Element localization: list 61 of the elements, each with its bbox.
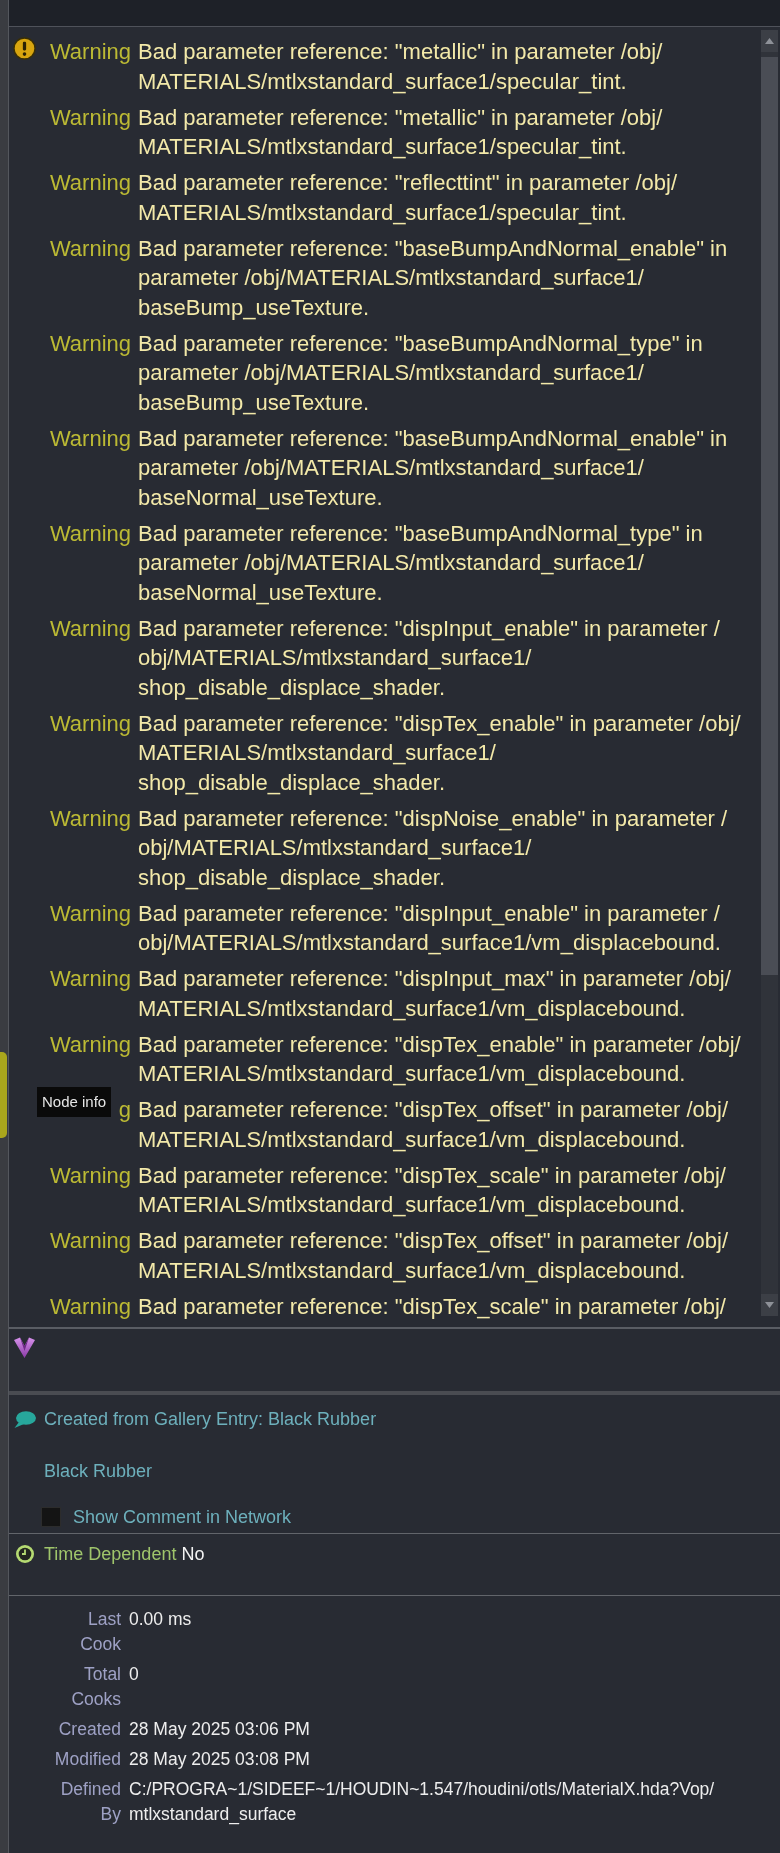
severity-label: Warning [49,804,131,833]
severity-label: Warning [49,1030,131,1059]
severity-label: Warning [49,1292,131,1319]
message-text: Bad parameter reference: "reflecttint" in parameter /obj/MATERIALS/mtlxstandard_surface1/specular_tint. [138,169,678,227]
info-label: Defined By [59,1777,121,1826]
message-text: Bad parameter reference: "dispTex_enable" in parameter /obj/MATERIALS/mtlxstandard_surface1/shop_disable_displace_shader. [138,709,742,797]
severity-label: Warning [49,965,131,993]
message-text: Bad parameter reference: "metallic" in parameter /obj/MATERIALS/mtlxstandard_surface1/specular_tint. [138,38,664,96]
severity-label: Warning [49,709,131,738]
message-text: Bad parameter reference: "dispInput_enable" in parameter /obj/MATERIALS/mtlxstandard_surface1/shop_disable_displace_shader. [138,614,721,702]
severity-label: Warning [49,103,131,132]
message-text: Bad parameter reference: "metallic" in parameter /obj/MATERIALS/mtlxstandard_surface1/specular_tint. [138,103,664,161]
scrollbar[interactable] [761,30,778,1316]
info-value: C:/PROGRA~1/SIDEEF~1/HOUDIN~1.547/houdini/otls/MaterialX.hda?Vop/mtlxstandard_surface [129,1777,716,1826]
severity-label: Warning [49,234,131,263]
message-text: Bad parameter reference: "baseBumpAndNormal_enable" in parameter /obj/MATERIALS/mtlxstandard_surface1/baseBump_useTexture. [138,234,729,322]
info-label: Created [57,1717,121,1741]
message-text: Bad parameter reference: "dispInput_enable" in parameter /obj/MATERIALS/mtlxstandard_surface1/vm_displacebound. [138,899,722,957]
severity-label: Warning [49,169,131,197]
message-text: Bad parameter reference: "dispTex_offset" in parameter /obj/MATERIALS/mtlxstandard_surface1/vm_displacebound. [138,1227,729,1285]
v-emblem-icon [14,1337,35,1358]
info-value: 0.00 ms [129,1607,192,1631]
severity-label: Warning [49,1161,131,1190]
severity-label: Warning [49,38,131,66]
speech-bubble-icon [14,1410,36,1428]
info-label: Last Cook [79,1607,121,1656]
severity-label: Warning [49,1227,131,1255]
time-dependent-label: Time Dependent [44,1542,177,1566]
caret-down-icon [765,1302,774,1308]
comment-title: Created from Gallery Entry: Black Rubber [44,1407,377,1431]
info-label: Modified [53,1747,121,1771]
checkbox-label: Show Comment in Network [73,1505,292,1529]
clock-icon [16,1545,34,1563]
warning-icon [13,37,36,60]
severity-label: Warning [49,329,131,358]
time-dependent-value: No [181,1542,205,1566]
message-text: Bad parameter reference: "dispTex_offset" in parameter /obj/MATERIALS/mtlxstandard_surface1/vm_displacebound. [138,1096,729,1154]
info-value: 28 May 2025 03:08 PM [129,1747,310,1771]
severity-label: Warning [49,519,131,548]
severity-label: Warning [49,614,131,643]
message-text: Bad parameter reference: "dispTex_scale" in parameter /obj/ [138,1292,727,1319]
caret-up-icon [765,38,774,44]
scroll-down-button[interactable] [761,1294,778,1316]
message-text: Bad parameter reference: "baseBumpAndNormal_type" in parameter /obj/MATERIALS/mtlxstandard_surface1/baseNormal_useTexture. [138,519,704,607]
message-text: Bad parameter reference: "dispTex_enable" in parameter /obj/MATERIALS/mtlxstandard_surface1/vm_displacebound. [138,1030,742,1088]
message-text: Bad parameter reference: "baseBumpAndNormal_enable" in parameter /obj/MATERIALS/mtlxstandard_surface1/baseNormal_useTexture. [138,424,729,512]
scroll-up-button[interactable] [761,30,778,52]
message-text: Bad parameter reference: "dispNoise_enable" in parameter /obj/MATERIALS/mtlxstandard_surface1/shop_disable_displace_shader. [138,804,729,892]
comment-text: Black Rubber [44,1459,153,1483]
message-text: Bad parameter reference: "dispTex_scale" in parameter /obj/MATERIALS/mtlxstandard_surface1/vm_displacebound. [138,1161,727,1219]
tooltip: Node info [37,1087,112,1117]
message-text: Bad parameter reference: "dispInput_max" in parameter /obj/MATERIALS/mtlxstandard_surface1/vm_displacebound. [138,965,732,1023]
severity-label: Warning [49,424,131,453]
severity-label: g [118,1096,131,1124]
info-value: 0 [129,1662,139,1686]
severity-label: Warning [49,899,131,928]
message-text: Bad parameter reference: "baseBumpAndNormal_type" in parameter /obj/MATERIALS/mtlxstandard_surface1/baseBump_useTexture. [138,329,704,417]
info-label: Total Cooks [70,1662,121,1711]
info-value: 28 May 2025 03:06 PM [129,1717,310,1741]
checkbox[interactable] [41,1507,61,1527]
scrollbar-thumb[interactable] [761,57,778,975]
